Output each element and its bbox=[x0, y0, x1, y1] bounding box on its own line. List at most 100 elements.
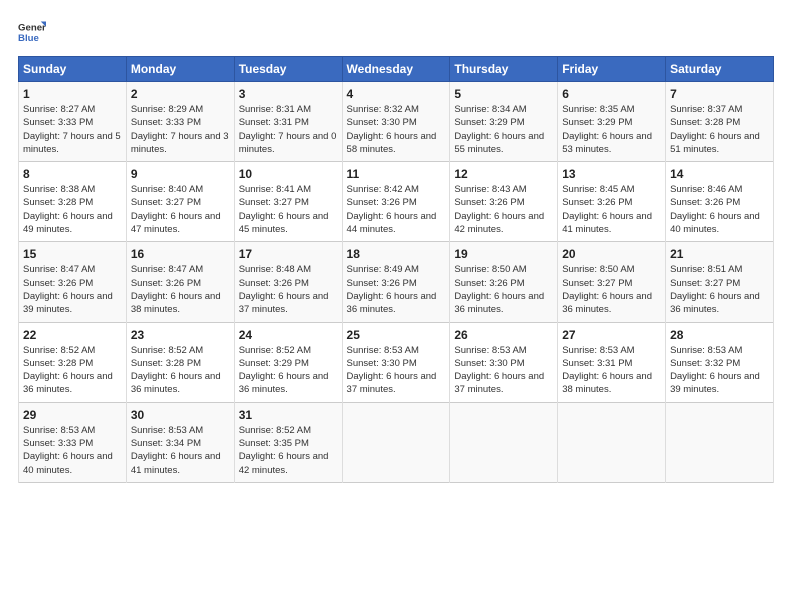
calendar-day-cell: 27 Sunrise: 8:53 AMSunset: 3:31 PMDaylig… bbox=[558, 322, 666, 402]
day-number: 5 bbox=[454, 87, 553, 101]
day-info: Sunrise: 8:52 AMSunset: 3:29 PMDaylight:… bbox=[239, 344, 338, 397]
calendar-day-cell: 13 Sunrise: 8:45 AMSunset: 3:26 PMDaylig… bbox=[558, 162, 666, 242]
calendar-day-cell: 19 Sunrise: 8:50 AMSunset: 3:26 PMDaylig… bbox=[450, 242, 558, 322]
day-number: 27 bbox=[562, 328, 661, 342]
day-number: 12 bbox=[454, 167, 553, 181]
day-number: 21 bbox=[670, 247, 769, 261]
day-number: 2 bbox=[131, 87, 230, 101]
calendar-day-cell: 15 Sunrise: 8:47 AMSunset: 3:26 PMDaylig… bbox=[19, 242, 127, 322]
calendar-day-cell: 26 Sunrise: 8:53 AMSunset: 3:30 PMDaylig… bbox=[450, 322, 558, 402]
calendar-table: SundayMondayTuesdayWednesdayThursdayFrid… bbox=[18, 56, 774, 483]
day-number: 6 bbox=[562, 87, 661, 101]
calendar-day-cell: 11 Sunrise: 8:42 AMSunset: 3:26 PMDaylig… bbox=[342, 162, 450, 242]
day-number: 7 bbox=[670, 87, 769, 101]
calendar-week-row: 22 Sunrise: 8:52 AMSunset: 3:28 PMDaylig… bbox=[19, 322, 774, 402]
calendar-day-cell bbox=[342, 402, 450, 482]
day-info: Sunrise: 8:40 AMSunset: 3:27 PMDaylight:… bbox=[131, 183, 230, 236]
calendar-day-cell: 24 Sunrise: 8:52 AMSunset: 3:29 PMDaylig… bbox=[234, 322, 342, 402]
weekday-header: Thursday bbox=[450, 57, 558, 82]
calendar-day-cell: 7 Sunrise: 8:37 AMSunset: 3:28 PMDayligh… bbox=[666, 82, 774, 162]
calendar-day-cell: 1 Sunrise: 8:27 AMSunset: 3:33 PMDayligh… bbox=[19, 82, 127, 162]
day-info: Sunrise: 8:31 AMSunset: 3:31 PMDaylight:… bbox=[239, 103, 338, 156]
day-number: 24 bbox=[239, 328, 338, 342]
day-info: Sunrise: 8:41 AMSunset: 3:27 PMDaylight:… bbox=[239, 183, 338, 236]
day-info: Sunrise: 8:50 AMSunset: 3:26 PMDaylight:… bbox=[454, 263, 553, 316]
calendar-day-cell: 2 Sunrise: 8:29 AMSunset: 3:33 PMDayligh… bbox=[126, 82, 234, 162]
day-info: Sunrise: 8:45 AMSunset: 3:26 PMDaylight:… bbox=[562, 183, 661, 236]
day-info: Sunrise: 8:52 AMSunset: 3:35 PMDaylight:… bbox=[239, 424, 338, 477]
day-info: Sunrise: 8:42 AMSunset: 3:26 PMDaylight:… bbox=[347, 183, 446, 236]
calendar-week-row: 15 Sunrise: 8:47 AMSunset: 3:26 PMDaylig… bbox=[19, 242, 774, 322]
calendar-day-cell: 4 Sunrise: 8:32 AMSunset: 3:30 PMDayligh… bbox=[342, 82, 450, 162]
day-info: Sunrise: 8:53 AMSunset: 3:30 PMDaylight:… bbox=[347, 344, 446, 397]
calendar-day-cell: 22 Sunrise: 8:52 AMSunset: 3:28 PMDaylig… bbox=[19, 322, 127, 402]
day-number: 11 bbox=[347, 167, 446, 181]
day-info: Sunrise: 8:52 AMSunset: 3:28 PMDaylight:… bbox=[23, 344, 122, 397]
weekday-header: Saturday bbox=[666, 57, 774, 82]
weekday-header: Monday bbox=[126, 57, 234, 82]
day-info: Sunrise: 8:46 AMSunset: 3:26 PMDaylight:… bbox=[670, 183, 769, 236]
day-number: 16 bbox=[131, 247, 230, 261]
calendar-day-cell: 20 Sunrise: 8:50 AMSunset: 3:27 PMDaylig… bbox=[558, 242, 666, 322]
day-number: 8 bbox=[23, 167, 122, 181]
day-number: 20 bbox=[562, 247, 661, 261]
weekday-header: Wednesday bbox=[342, 57, 450, 82]
day-info: Sunrise: 8:37 AMSunset: 3:28 PMDaylight:… bbox=[670, 103, 769, 156]
day-info: Sunrise: 8:38 AMSunset: 3:28 PMDaylight:… bbox=[23, 183, 122, 236]
day-info: Sunrise: 8:32 AMSunset: 3:30 PMDaylight:… bbox=[347, 103, 446, 156]
calendar-day-cell: 30 Sunrise: 8:53 AMSunset: 3:34 PMDaylig… bbox=[126, 402, 234, 482]
calendar-day-cell: 25 Sunrise: 8:53 AMSunset: 3:30 PMDaylig… bbox=[342, 322, 450, 402]
day-info: Sunrise: 8:53 AMSunset: 3:32 PMDaylight:… bbox=[670, 344, 769, 397]
calendar-day-cell: 14 Sunrise: 8:46 AMSunset: 3:26 PMDaylig… bbox=[666, 162, 774, 242]
day-number: 18 bbox=[347, 247, 446, 261]
day-info: Sunrise: 8:47 AMSunset: 3:26 PMDaylight:… bbox=[131, 263, 230, 316]
day-info: Sunrise: 8:53 AMSunset: 3:33 PMDaylight:… bbox=[23, 424, 122, 477]
calendar-day-cell: 5 Sunrise: 8:34 AMSunset: 3:29 PMDayligh… bbox=[450, 82, 558, 162]
calendar-day-cell bbox=[666, 402, 774, 482]
day-info: Sunrise: 8:49 AMSunset: 3:26 PMDaylight:… bbox=[347, 263, 446, 316]
calendar-day-cell: 8 Sunrise: 8:38 AMSunset: 3:28 PMDayligh… bbox=[19, 162, 127, 242]
calendar-day-cell bbox=[558, 402, 666, 482]
day-number: 31 bbox=[239, 408, 338, 422]
calendar-day-cell: 21 Sunrise: 8:51 AMSunset: 3:27 PMDaylig… bbox=[666, 242, 774, 322]
calendar-day-cell: 29 Sunrise: 8:53 AMSunset: 3:33 PMDaylig… bbox=[19, 402, 127, 482]
day-number: 30 bbox=[131, 408, 230, 422]
day-number: 3 bbox=[239, 87, 338, 101]
day-info: Sunrise: 8:53 AMSunset: 3:34 PMDaylight:… bbox=[131, 424, 230, 477]
day-number: 1 bbox=[23, 87, 122, 101]
day-info: Sunrise: 8:53 AMSunset: 3:30 PMDaylight:… bbox=[454, 344, 553, 397]
calendar-week-row: 29 Sunrise: 8:53 AMSunset: 3:33 PMDaylig… bbox=[19, 402, 774, 482]
weekday-header: Tuesday bbox=[234, 57, 342, 82]
day-number: 28 bbox=[670, 328, 769, 342]
logo: General Blue bbox=[18, 18, 46, 46]
day-info: Sunrise: 8:52 AMSunset: 3:28 PMDaylight:… bbox=[131, 344, 230, 397]
day-info: Sunrise: 8:34 AMSunset: 3:29 PMDaylight:… bbox=[454, 103, 553, 156]
day-info: Sunrise: 8:27 AMSunset: 3:33 PMDaylight:… bbox=[23, 103, 122, 156]
day-number: 10 bbox=[239, 167, 338, 181]
weekday-header: Sunday bbox=[19, 57, 127, 82]
calendar-header-row: SundayMondayTuesdayWednesdayThursdayFrid… bbox=[19, 57, 774, 82]
calendar-day-cell: 6 Sunrise: 8:35 AMSunset: 3:29 PMDayligh… bbox=[558, 82, 666, 162]
weekday-header: Friday bbox=[558, 57, 666, 82]
day-number: 13 bbox=[562, 167, 661, 181]
header: General Blue bbox=[18, 18, 774, 46]
day-number: 22 bbox=[23, 328, 122, 342]
day-number: 19 bbox=[454, 247, 553, 261]
day-number: 9 bbox=[131, 167, 230, 181]
day-info: Sunrise: 8:35 AMSunset: 3:29 PMDaylight:… bbox=[562, 103, 661, 156]
calendar-day-cell: 18 Sunrise: 8:49 AMSunset: 3:26 PMDaylig… bbox=[342, 242, 450, 322]
svg-text:General: General bbox=[18, 22, 46, 33]
day-info: Sunrise: 8:50 AMSunset: 3:27 PMDaylight:… bbox=[562, 263, 661, 316]
calendar-day-cell: 23 Sunrise: 8:52 AMSunset: 3:28 PMDaylig… bbox=[126, 322, 234, 402]
day-number: 25 bbox=[347, 328, 446, 342]
day-info: Sunrise: 8:43 AMSunset: 3:26 PMDaylight:… bbox=[454, 183, 553, 236]
calendar-day-cell bbox=[450, 402, 558, 482]
calendar-day-cell: 12 Sunrise: 8:43 AMSunset: 3:26 PMDaylig… bbox=[450, 162, 558, 242]
svg-text:Blue: Blue bbox=[18, 33, 39, 44]
day-number: 23 bbox=[131, 328, 230, 342]
day-info: Sunrise: 8:53 AMSunset: 3:31 PMDaylight:… bbox=[562, 344, 661, 397]
day-number: 14 bbox=[670, 167, 769, 181]
calendar-day-cell: 17 Sunrise: 8:48 AMSunset: 3:26 PMDaylig… bbox=[234, 242, 342, 322]
day-info: Sunrise: 8:48 AMSunset: 3:26 PMDaylight:… bbox=[239, 263, 338, 316]
day-info: Sunrise: 8:47 AMSunset: 3:26 PMDaylight:… bbox=[23, 263, 122, 316]
